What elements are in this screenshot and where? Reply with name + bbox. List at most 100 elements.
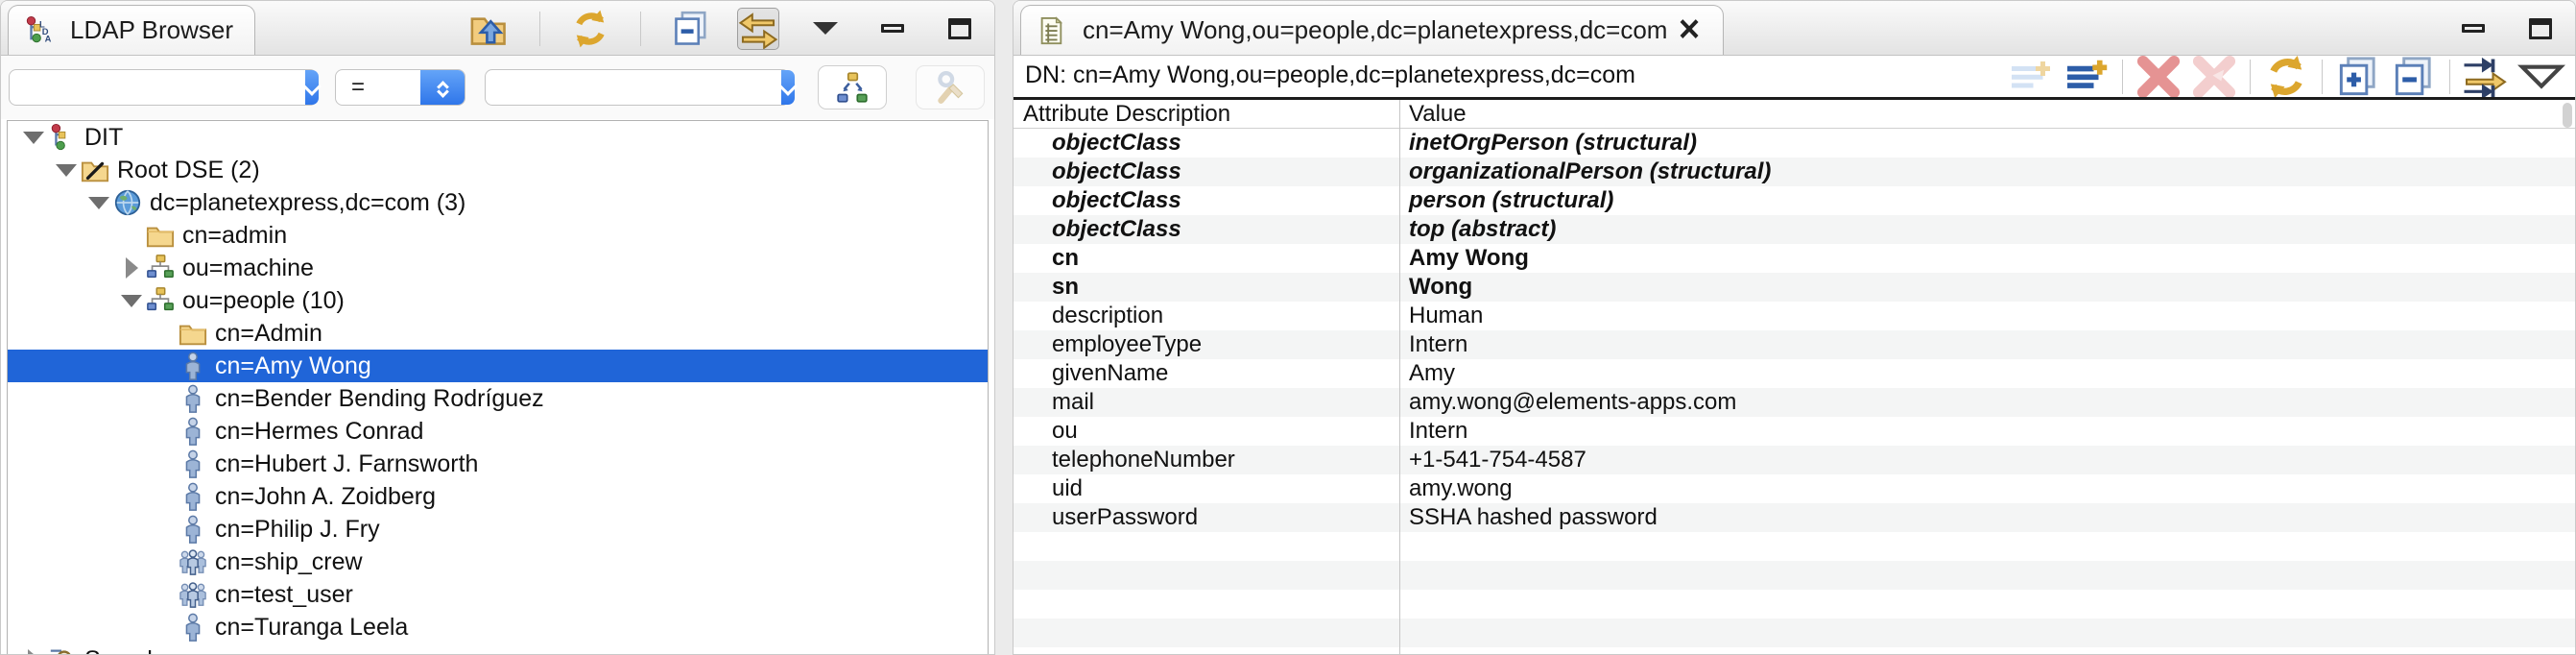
search-value-input[interactable] xyxy=(486,70,781,105)
tree-item[interactable]: cn=Admin xyxy=(8,317,988,350)
attribute-row[interactable]: uidamy.wong xyxy=(1014,474,2575,503)
attribute-value-cell[interactable]: inetOrgPerson (structural) xyxy=(1399,130,2575,157)
attribute-row[interactable]: objectClassorganizationalPerson (structu… xyxy=(1014,158,2575,186)
search-subtree-scope-button[interactable] xyxy=(818,65,887,109)
attribute-row[interactable]: userPasswordSSHA hashed password xyxy=(1014,503,2575,532)
attribute-value-cell[interactable]: person (structural) xyxy=(1399,187,2575,214)
search-attribute-combo[interactable] xyxy=(9,69,318,106)
attribute-value-cell[interactable]: SSHA hashed password xyxy=(1399,504,2575,531)
panel-splitter[interactable] xyxy=(995,0,1013,655)
attribute-row[interactable]: telephoneNumber+1-541-754-4587 xyxy=(1014,446,2575,474)
attribute-value-cell[interactable]: +1-541-754-4587 xyxy=(1399,447,2575,473)
collapse-arrow-icon[interactable] xyxy=(119,257,144,279)
attribute-value-cell[interactable]: Wong xyxy=(1399,274,2575,301)
collapse-all-icon[interactable] xyxy=(2390,58,2438,96)
attribute-row[interactable]: cnAmy Wong xyxy=(1014,244,2575,273)
attribute-description-cell[interactable]: objectClass xyxy=(1014,130,1399,157)
tree-item[interactable]: cn=Hermes Conrad xyxy=(8,415,988,448)
column-header-attribute[interactable]: Attribute Description xyxy=(1014,101,1399,128)
attribute-value-cell[interactable]: Amy Wong xyxy=(1399,245,2575,272)
attribute-row[interactable]: givenNameAmy xyxy=(1014,359,2575,388)
expand-arrow-icon[interactable] xyxy=(54,164,79,177)
close-icon[interactable]: ✕ xyxy=(1677,15,1701,46)
attribute-description-cell[interactable]: telephoneNumber xyxy=(1014,447,1399,473)
tree-item[interactable]: cn=Hubert J. Farnsworth xyxy=(8,448,988,480)
tree-item[interactable]: cn=John A. Zoidberg xyxy=(8,480,988,513)
search-value-combo[interactable] xyxy=(485,69,790,106)
tree-item[interactable]: dc=planetexpress,dc=com (3) xyxy=(8,186,988,219)
tree-item[interactable]: cn=test_user xyxy=(8,578,988,611)
tree-item[interactable]: ou=machine xyxy=(8,252,988,284)
minimize-icon[interactable] xyxy=(2452,8,2494,50)
attribute-value-cell[interactable]: top (abstract) xyxy=(1399,216,2575,243)
tree-item[interactable]: Searches xyxy=(8,643,988,655)
chevron-down-icon[interactable] xyxy=(781,70,795,105)
collapse-all-icon[interactable] xyxy=(670,8,712,50)
attribute-value-cell[interactable]: amy.wong@elements-apps.com xyxy=(1399,389,2575,416)
tree-item[interactable]: cn=Amy Wong xyxy=(8,350,988,382)
attribute-description-cell[interactable]: ou xyxy=(1014,418,1399,445)
column-divider[interactable] xyxy=(1399,100,1400,654)
attribute-value-cell[interactable]: Intern xyxy=(1399,418,2575,445)
new-attribute-icon[interactable] xyxy=(2063,58,2111,96)
refresh-icon[interactable] xyxy=(2262,58,2310,96)
refresh-icon[interactable] xyxy=(569,8,611,50)
attribute-description-cell[interactable]: description xyxy=(1014,303,1399,329)
expand-arrow-icon[interactable] xyxy=(86,197,111,209)
tree-item[interactable]: cn=Philip J. Fry xyxy=(8,513,988,546)
delete-value-icon[interactable] xyxy=(2135,58,2182,96)
empty-row xyxy=(1014,561,2575,590)
expand-arrow-icon[interactable] xyxy=(21,132,46,144)
spinner-icon[interactable] xyxy=(420,70,465,105)
attribute-description-cell[interactable]: sn xyxy=(1014,274,1399,301)
attribute-row[interactable]: objectClassinetOrgPerson (structural) xyxy=(1014,129,2575,158)
attribute-description-cell[interactable]: userPassword xyxy=(1014,504,1399,531)
attribute-description-cell[interactable]: uid xyxy=(1014,475,1399,502)
tab-ldap-browser[interactable]: L D A LDAP Browser xyxy=(8,5,255,55)
attribute-value-cell[interactable]: Intern xyxy=(1399,331,2575,358)
attribute-row[interactable]: employeeTypeIntern xyxy=(1014,330,2575,359)
maximize-icon[interactable] xyxy=(939,8,981,50)
tree-item[interactable]: ou=people (10) xyxy=(8,284,988,317)
open-parent-folder-icon[interactable] xyxy=(468,8,511,50)
tab-entry-editor[interactable]: cn=Amy Wong,ou=people,dc=planetexpress,d… xyxy=(1020,5,1724,55)
attribute-value-cell[interactable]: organizationalPerson (structural) xyxy=(1399,158,2575,185)
tree-item[interactable]: cn=Bender Bending Rodríguez xyxy=(8,382,988,415)
attribute-description-cell[interactable]: employeeType xyxy=(1014,331,1399,358)
attribute-row[interactable]: mailamy.wong@elements-apps.com xyxy=(1014,388,2575,417)
attribute-description-cell[interactable]: givenName xyxy=(1014,360,1399,387)
attribute-description-cell[interactable]: cn xyxy=(1014,245,1399,272)
group-icon xyxy=(179,580,207,609)
search-attribute-input[interactable] xyxy=(10,70,305,105)
attribute-row[interactable]: snWong xyxy=(1014,273,2575,302)
link-with-editor-icon[interactable] xyxy=(737,8,779,50)
attribute-description-cell[interactable]: objectClass xyxy=(1014,187,1399,214)
tree-item[interactable]: cn=admin xyxy=(8,219,988,252)
tree-item[interactable]: DIT xyxy=(8,121,988,154)
attribute-value-cell[interactable]: Human xyxy=(1399,303,2575,329)
attribute-description-cell[interactable]: objectClass xyxy=(1014,216,1399,243)
table-scrollbar[interactable] xyxy=(2563,103,2572,128)
attribute-row[interactable]: ouIntern xyxy=(1014,417,2575,446)
tree-item[interactable]: cn=ship_crew xyxy=(8,546,988,578)
view-menu-icon[interactable] xyxy=(804,8,847,50)
expand-arrow-icon[interactable] xyxy=(119,295,144,307)
maximize-icon[interactable] xyxy=(2519,8,2562,50)
attribute-row[interactable]: objectClassperson (structural) xyxy=(1014,186,2575,215)
tree-item[interactable]: Root DSE (2) xyxy=(8,154,988,186)
search-operator-select[interactable]: = xyxy=(335,69,465,106)
collapse-arrow-icon[interactable] xyxy=(21,649,46,655)
attribute-value-cell[interactable]: Amy xyxy=(1399,360,2575,387)
view-menu-icon[interactable] xyxy=(2517,58,2565,96)
fetch-operational-attributes-icon[interactable] xyxy=(2462,58,2510,96)
tree-item[interactable]: cn=Turanga Leela xyxy=(8,611,988,643)
attribute-description-cell[interactable]: objectClass xyxy=(1014,158,1399,185)
column-header-value[interactable]: Value xyxy=(1399,101,2575,128)
minimize-icon[interactable] xyxy=(871,8,914,50)
attribute-description-cell[interactable]: mail xyxy=(1014,389,1399,416)
attribute-value-cell[interactable]: amy.wong xyxy=(1399,475,2575,502)
expand-all-icon[interactable] xyxy=(2334,58,2382,96)
attribute-row[interactable]: descriptionHuman xyxy=(1014,302,2575,330)
attribute-row[interactable]: objectClasstop (abstract) xyxy=(1014,215,2575,244)
chevron-down-icon[interactable] xyxy=(305,70,319,105)
